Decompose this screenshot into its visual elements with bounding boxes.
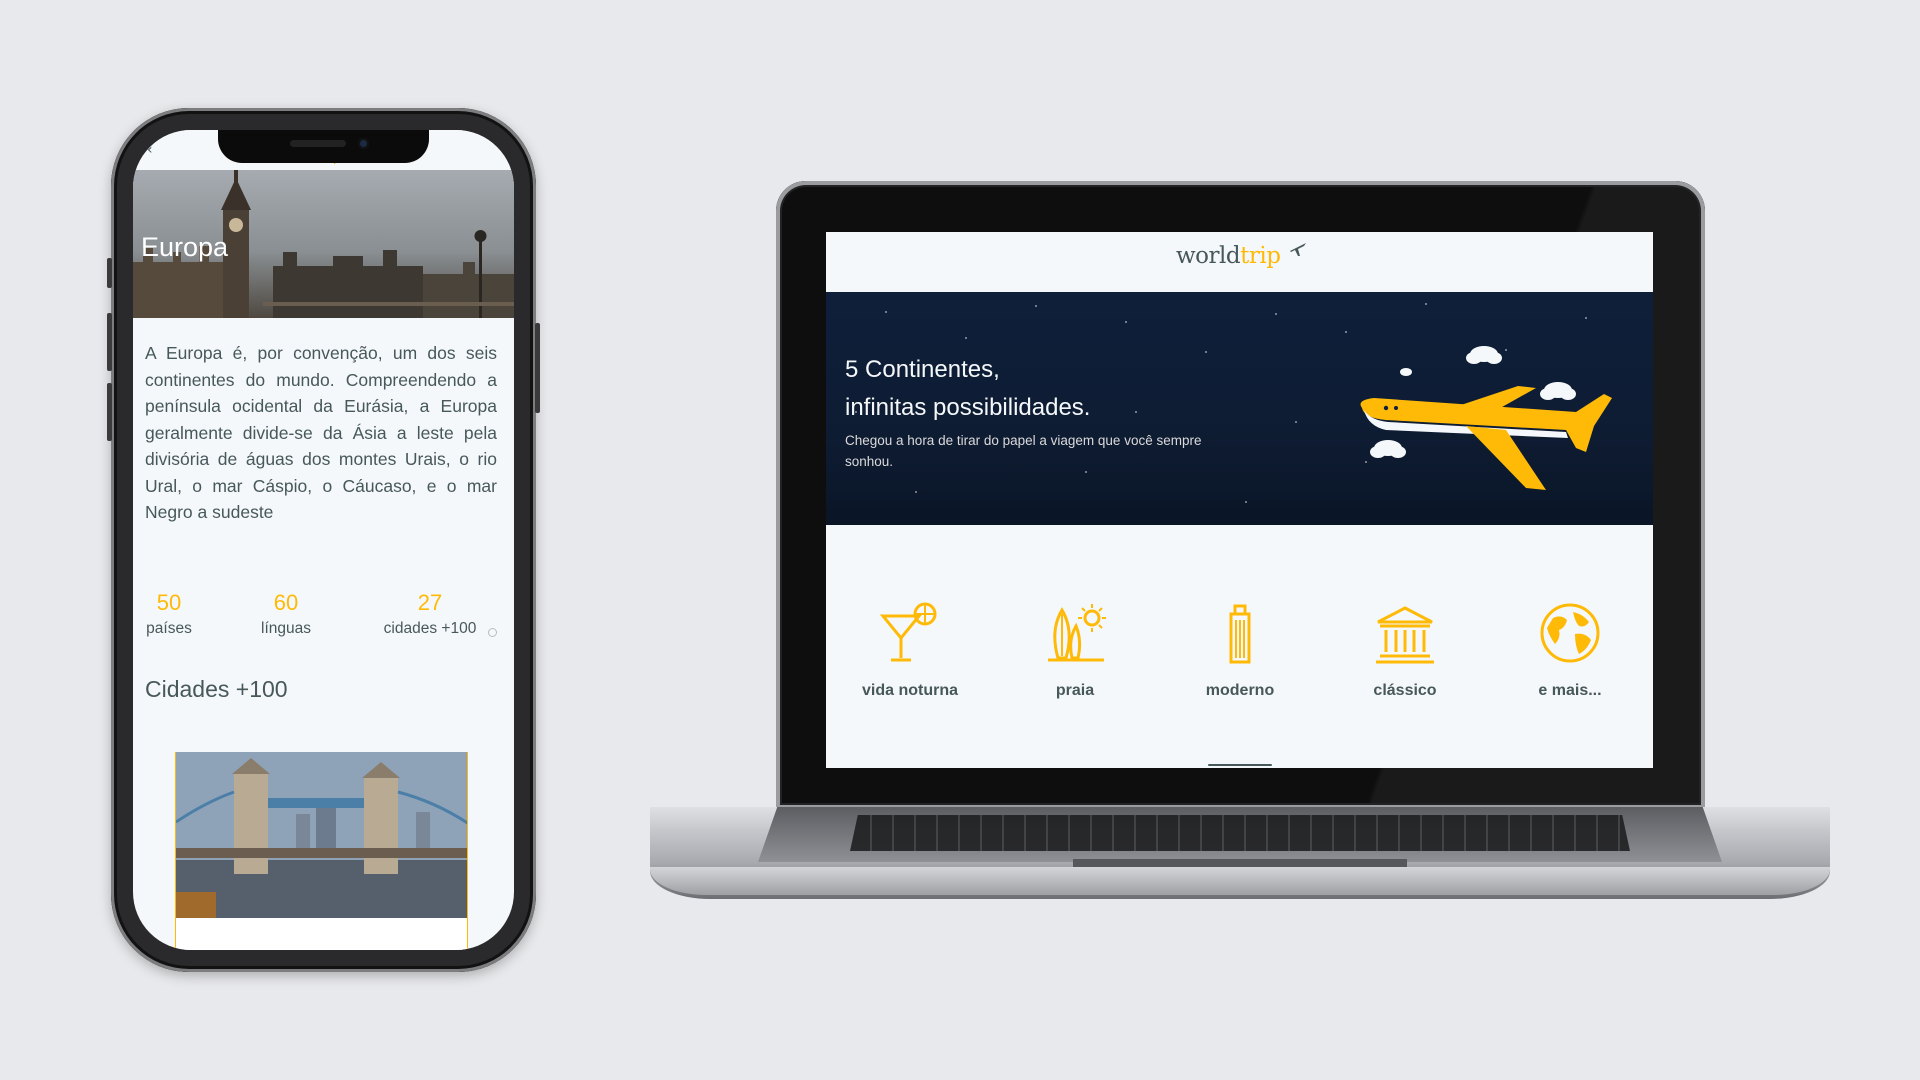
travel-type-beach[interactable]: praia (1005, 600, 1145, 700)
phone-camera (358, 138, 369, 149)
hero-subtitle: Chegou a hora de tirar do papel a viagem… (845, 433, 1202, 469)
scroll-indicator[interactable] (1208, 764, 1272, 766)
laptop-lid: worldtrip 5 Continentes, infinitas possi… (776, 181, 1705, 809)
desktop-header: worldtrip (826, 232, 1653, 292)
travel-type-classic[interactable]: clássico (1335, 600, 1475, 700)
travel-type-label: e mais... (1538, 682, 1602, 699)
logo-world-text: world (1176, 243, 1241, 269)
phone-power-button (535, 323, 540, 413)
keyboard (850, 815, 1630, 851)
hero-title-line2: infinitas possibilidades. (845, 394, 1091, 421)
stat-languages: 60 línguas (253, 590, 319, 638)
stat-value: 60 (273, 590, 299, 615)
phone-volume-down (107, 383, 112, 441)
laptop-base (650, 807, 1830, 899)
travel-type-nightlife[interactable]: vida noturna (840, 600, 980, 700)
stat-label: países (146, 620, 192, 637)
continent-content: A Europa é, por convenção, um dos seis c… (145, 340, 497, 702)
travel-type-more[interactable]: e mais... (1500, 600, 1640, 700)
phone-speaker (290, 140, 346, 147)
travel-types: vida noturna praia moderno clássico e ma… (826, 532, 1653, 732)
hero-title: 5 Continentes, infinitas possibilidades. (845, 351, 1090, 427)
desktop-screen: worldtrip 5 Continentes, infinitas possi… (826, 232, 1653, 768)
hero-title-line1: 5 Continentes, (845, 356, 1000, 383)
stat-value: 27 (417, 590, 443, 615)
info-icon[interactable] (488, 628, 497, 637)
logo-trip-text: trip (1240, 243, 1281, 269)
airplane-small-icon (1290, 243, 1306, 256)
continent-title: Europa (141, 232, 229, 262)
cocktail-icon (879, 602, 937, 662)
phone-silent-switch (107, 258, 112, 288)
airplane-illustration (1360, 346, 1612, 490)
stat-countries: 50 países (145, 590, 193, 638)
phone-volume-up (107, 313, 112, 371)
continent-stats: 50 países 60 línguas 27 cidades +100 (145, 590, 497, 650)
laptop-base-lip (650, 867, 1830, 895)
cities-section-title: Cidades +100 (145, 676, 288, 702)
travel-type-label: vida noturna (861, 682, 958, 699)
desktop-logo[interactable]: worldtrip (1176, 243, 1306, 269)
travel-type-label: moderno (1205, 682, 1275, 699)
phone-mockup: ‹ worldtrip (107, 108, 540, 972)
stat-label: línguas (261, 620, 311, 637)
city-card[interactable] (175, 752, 468, 950)
city-image (176, 752, 467, 918)
museum-icon (1376, 606, 1434, 664)
travel-type-label: praia (1055, 682, 1095, 699)
continent-description: A Europa é, por convenção, um dos seis c… (145, 343, 497, 522)
mobile-screen: ‹ worldtrip (133, 130, 514, 950)
globe-icon (1540, 603, 1600, 663)
travel-type-modern[interactable]: moderno (1170, 600, 1310, 700)
hero-banner: 5 Continentes, infinitas possibilidades.… (826, 292, 1653, 525)
tower-bridge-illustration (176, 752, 467, 918)
building-icon (1229, 604, 1251, 664)
phone-notch (218, 130, 429, 163)
surfboard-icon (1048, 604, 1106, 662)
travel-type-label: clássico (1373, 682, 1437, 699)
back-chevron-icon[interactable]: ‹ (147, 142, 153, 158)
stat-value: 50 (156, 590, 182, 615)
continent-banner: Europa (133, 170, 514, 318)
stat-cities: 27 cidades +100 (377, 590, 483, 638)
stat-label: cidades +100 (383, 620, 477, 637)
